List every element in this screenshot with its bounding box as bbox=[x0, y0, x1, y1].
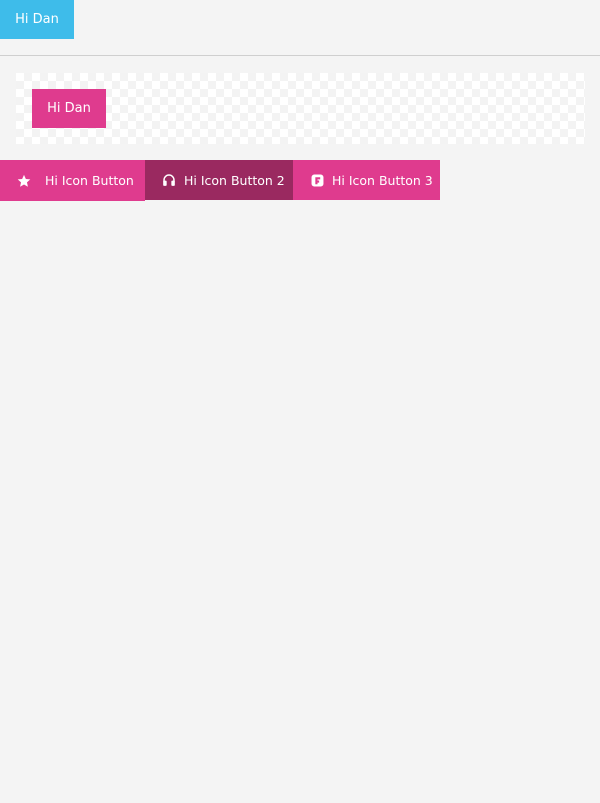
icon-button-1-label: Hi Icon Button bbox=[45, 173, 134, 188]
app-icon bbox=[311, 174, 324, 187]
icon-button-3-label: Hi Icon Button 3 bbox=[332, 172, 433, 188]
transparent-preview-area: Hi Dan bbox=[16, 73, 585, 144]
icon-button-group: Hi Icon Button Hi Icon Button 2 Hi Icon … bbox=[0, 160, 440, 201]
top-bar: Hi Dan bbox=[0, 0, 600, 56]
icon-button-2-label: Hi Icon Button 2 bbox=[184, 172, 285, 188]
star-icon bbox=[17, 174, 31, 188]
icon-button-3[interactable]: Hi Icon Button 3 bbox=[293, 160, 440, 200]
hi-dan-button-blue[interactable]: Hi Dan bbox=[0, 0, 74, 39]
icon-button-1[interactable]: Hi Icon Button bbox=[0, 160, 145, 201]
hi-dan-button-pink[interactable]: Hi Dan bbox=[32, 89, 106, 128]
headphones-icon bbox=[162, 173, 176, 187]
icon-button-2[interactable]: Hi Icon Button 2 bbox=[145, 160, 293, 200]
